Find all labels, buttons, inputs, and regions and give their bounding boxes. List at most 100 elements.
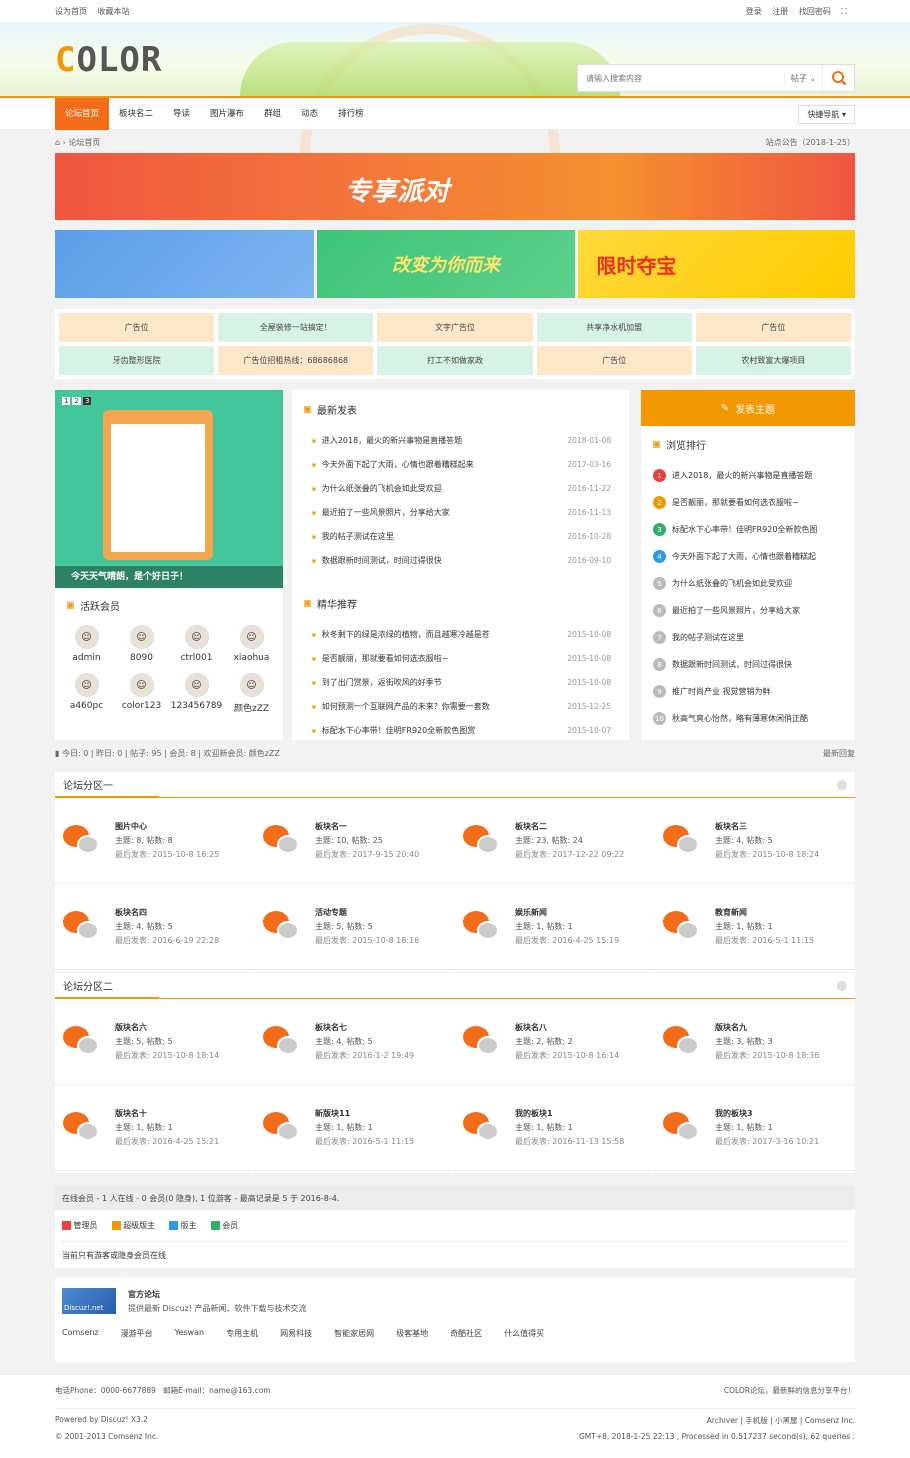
promo-banner-3[interactable]: 限时夺宝 xyxy=(578,230,856,298)
ad-slot[interactable]: 全屋装修一站搞定！ xyxy=(218,313,374,342)
collapse-icon[interactable] xyxy=(837,981,847,991)
login-link[interactable]: 登录 xyxy=(746,7,762,16)
friend-link[interactable]: 极客基地 xyxy=(396,1328,428,1339)
friend-link[interactable]: 网易科技 xyxy=(280,1328,312,1339)
list-item[interactable]: 2 是否靓丽，那就要看如何选衣服啦~ xyxy=(641,489,855,516)
ad-slot[interactable]: 文字广告位 xyxy=(377,313,533,342)
powered-by[interactable]: Powered by Discuz! X3.2 xyxy=(55,1415,148,1426)
nav-image-waterfall[interactable]: 图片瀑布 xyxy=(200,98,254,130)
list-item[interactable]: 5 为什么纸张叠的飞机会如此受欢迎 xyxy=(641,570,855,597)
list-item[interactable]: 10 秋高气爽心怡然，略有薄寒休闲俏正酷 xyxy=(641,705,855,732)
nav-forum-home[interactable]: 论坛首页 xyxy=(55,97,110,130)
ad-slot[interactable]: 共享净水机加盟 xyxy=(536,313,692,342)
home-icon[interactable]: ⌂ xyxy=(55,138,60,147)
nav-activity[interactable]: 动态 xyxy=(291,98,328,130)
register-link[interactable]: 注册 xyxy=(772,7,788,16)
friend-link[interactable]: 漫游平台 xyxy=(121,1328,153,1339)
official-forum-title[interactable]: 官方论坛 xyxy=(128,1289,307,1300)
list-item[interactable]: 如何预测一个互联网产品的未来？你需要一套数2015-12-25 xyxy=(292,694,629,718)
bookmark-link[interactable]: 收藏本站 xyxy=(98,7,130,16)
post-new-topic-button[interactable]: ✎ 发表主题 xyxy=(641,390,855,426)
list-item[interactable]: 4 今天外面下起了大雨，心情也跟着糟糕起 xyxy=(641,543,855,570)
friend-link[interactable]: 智能家居网 xyxy=(334,1328,374,1339)
list-item[interactable]: 3 标配水下心率带！佳明FR920全新款色图 xyxy=(641,516,855,543)
list-item[interactable]: 9 推广时尚产业 视觉营销为鲜 xyxy=(641,678,855,705)
latest-replies-link[interactable]: 最新回复 xyxy=(823,748,855,762)
site-logo[interactable]: COLOR xyxy=(55,40,162,80)
breadcrumb-forum-home[interactable]: 论坛首页 xyxy=(68,138,100,147)
friend-link[interactable]: Comsenz xyxy=(62,1328,99,1339)
online-header[interactable]: 在线会员 - 1 人在线 - 0 会员(0 隐身), 1 位游客 - 最高记录是… xyxy=(55,1186,855,1210)
member[interactable]: ☺ 8090 xyxy=(114,625,169,663)
list-item[interactable]: 今天外面下起了大雨，心情也跟着糟糕起来2017-03-16 xyxy=(292,452,629,476)
main-banner[interactable]: 专享派对 xyxy=(55,153,855,220)
friend-link[interactable]: 什么值得买 xyxy=(504,1328,544,1339)
member[interactable]: ☺ a460pc xyxy=(59,673,114,714)
list-item[interactable]: 数据跟新时间测试，时间过得很快2016-09-10 xyxy=(292,548,629,572)
list-item[interactable]: 标配水下心率带！佳明FR920全新款色图赏2015-10-07 xyxy=(292,718,629,742)
board-item[interactable]: 板块名四 主题: 4, 帖数: 5 最后发表: 2016-6-19 22:28 xyxy=(55,884,255,970)
list-item[interactable]: 1 进入2018，最火的新兴事物是直播答题 xyxy=(641,462,855,489)
board-item[interactable]: 板块名八 主题: 2, 帖数: 2 最后发表: 2015-10-8 16:14 xyxy=(455,999,655,1085)
list-item[interactable]: 7 我的帖子测试在这里 xyxy=(641,624,855,651)
ad-slot[interactable]: 广告位 xyxy=(59,313,215,342)
ad-slot[interactable]: 打工不如做家政 xyxy=(377,346,533,375)
list-item[interactable]: 6 最近拍了一些风景照片，分享给大家 xyxy=(641,597,855,624)
ad-slot[interactable]: 广告位招租热线：68686868 xyxy=(218,346,374,375)
member[interactable]: ☺ ctrl001 xyxy=(169,625,224,663)
list-item[interactable]: 为什么纸张叠的飞机会如此受欢迎2016-11-22 xyxy=(292,476,629,500)
board-item[interactable]: 板块名三 主题: 4, 帖数: 5 最后发表: 2015-10-8 18:24 xyxy=(655,798,855,884)
image-slider[interactable]: 1 2 3 今天天气晴朗，是个好日子！ xyxy=(55,390,283,588)
forgot-password-link[interactable]: 找回密码 xyxy=(799,7,831,16)
promo-banner-2[interactable]: 改变为你而来 xyxy=(316,230,576,298)
board-item[interactable]: 我的板块3 主题: 1, 帖数: 1 最后发表: 2017-3-16 10:21 xyxy=(655,1085,855,1171)
member[interactable]: ☺ 123456789 xyxy=(169,673,224,714)
promo-banner-1[interactable] xyxy=(55,230,314,298)
list-item[interactable]: 到了出门赏景，返街吹风的好季节2015-10-08 xyxy=(292,670,629,694)
member[interactable]: ☺ xiaohua xyxy=(224,625,279,663)
member[interactable]: ☺ color123 xyxy=(114,673,169,714)
ad-slot[interactable]: 广告位 xyxy=(536,346,692,375)
board-item[interactable]: 活动专题 主题: 5, 帖数: 5 最后发表: 2015-10-8 18:16 xyxy=(255,884,455,970)
nav-ranking[interactable]: 排行榜 xyxy=(328,98,374,130)
search-type-select[interactable]: 帖子 ⌄ xyxy=(784,72,822,84)
search-input[interactable] xyxy=(578,65,784,91)
board-item[interactable]: 教育新闻 主题: 1, 帖数: 1 最后发表: 2016-5-1 11:15 xyxy=(655,884,855,970)
quick-nav-dropdown[interactable]: 快捷导航 ▾ xyxy=(798,105,855,124)
discuz-logo[interactable]: Discuz!.net xyxy=(62,1288,116,1314)
list-item[interactable]: 最近拍了一些风景照片，分享给大家2016-11-13 xyxy=(292,500,629,524)
ad-slot[interactable]: 广告位 xyxy=(695,313,851,342)
list-item[interactable]: 进入2018，最火的新兴事物是直播答题2018-01-08 xyxy=(292,428,629,452)
list-item[interactable]: 秋冬剩下的绿是浓绿的植物，而且越寒冷越是苍2015-10-08 xyxy=(292,622,629,646)
board-item[interactable]: 板块名七 主题: 4, 帖数: 5 最后发表: 2016-1-2 19:49 xyxy=(255,999,455,1085)
nav-groups[interactable]: 群组 xyxy=(254,98,291,130)
fullscreen-icon[interactable]: ⛶ xyxy=(841,7,847,16)
ad-slot[interactable]: 牙齿整形医院 xyxy=(59,346,215,375)
slider-page-2[interactable]: 2 xyxy=(72,397,81,405)
friend-link[interactable]: Yeswan xyxy=(175,1328,204,1339)
slider-page-3[interactable]: 3 xyxy=(82,397,92,405)
board-item[interactable]: 板块名二 主题: 23, 帖数: 24 最后发表: 2017-12-22 09:22 xyxy=(455,798,655,884)
list-item[interactable]: 是否靓丽，那就要看如何选衣服啦~2015-10-08 xyxy=(292,646,629,670)
friend-link[interactable]: 奇酷社区 xyxy=(450,1328,482,1339)
board-item[interactable]: 娱乐新闻 主题: 1, 帖数: 1 最后发表: 2016-4-25 15:19 xyxy=(455,884,655,970)
search-button[interactable] xyxy=(822,65,854,91)
board-item[interactable]: 版块名十 主题: 1, 帖数: 1 最后发表: 2016-4-25 15:21 xyxy=(55,1085,255,1171)
site-notice[interactable]: 站点公告（2018-1-25） xyxy=(766,137,855,148)
board-item[interactable]: 我的板块1 主题: 1, 帖数: 1 最后发表: 2016-11-13 15:58 xyxy=(455,1085,655,1171)
ad-slot[interactable]: 农村致富大爆项目 xyxy=(695,346,851,375)
board-item[interactable]: 图片中心 主题: 8, 帖数: 8 最后发表: 2015-10-8 16:25 xyxy=(55,798,255,884)
board-item[interactable]: 版块名六 主题: 5, 帖数: 5 最后发表: 2015-10-8 18:14 xyxy=(55,999,255,1085)
footer-links[interactable]: Archiver | 手机版 | 小黑屋 | Comsenz Inc. xyxy=(707,1415,855,1426)
set-homepage-link[interactable]: 设为首页 xyxy=(55,7,87,16)
board-item[interactable]: 版块名九 主题: 3, 帖数: 3 最后发表: 2015-10-8 18:36 xyxy=(655,999,855,1085)
board-item[interactable]: 新版块11 主题: 1, 帖数: 1 最后发表: 2016-5-1 11:15 xyxy=(255,1085,455,1171)
collapse-icon[interactable] xyxy=(837,780,847,790)
nav-guide[interactable]: 导读 xyxy=(163,98,200,130)
member[interactable]: ☺ admin xyxy=(59,625,114,663)
list-item[interactable]: 8 数据跟新时间测试，时间过得很快 xyxy=(641,651,855,678)
member[interactable]: ☺ 颜色zZZ xyxy=(224,673,279,714)
nav-board-two[interactable]: 板块名二 xyxy=(109,98,163,130)
friend-link[interactable]: 专用主机 xyxy=(226,1328,258,1339)
list-item[interactable]: 我的帖子测试在这里2016-10-28 xyxy=(292,524,629,548)
